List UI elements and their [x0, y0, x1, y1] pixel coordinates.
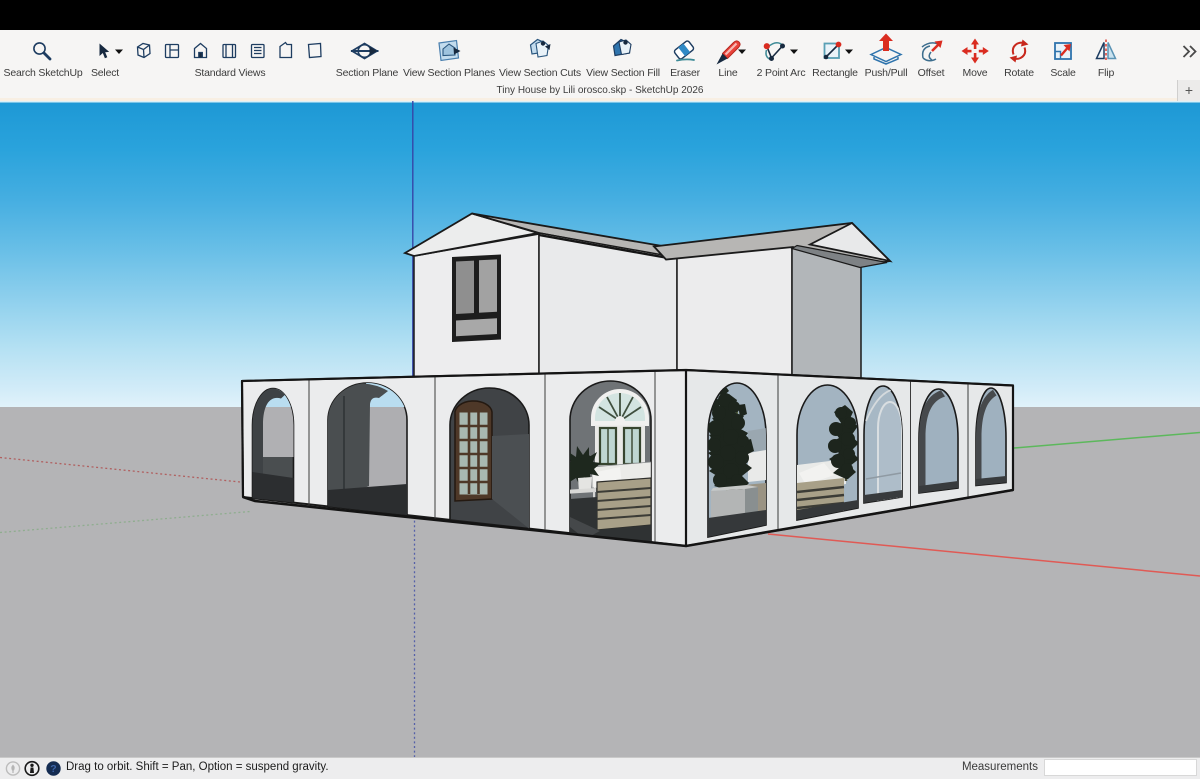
svg-text:?: ? — [50, 763, 56, 775]
